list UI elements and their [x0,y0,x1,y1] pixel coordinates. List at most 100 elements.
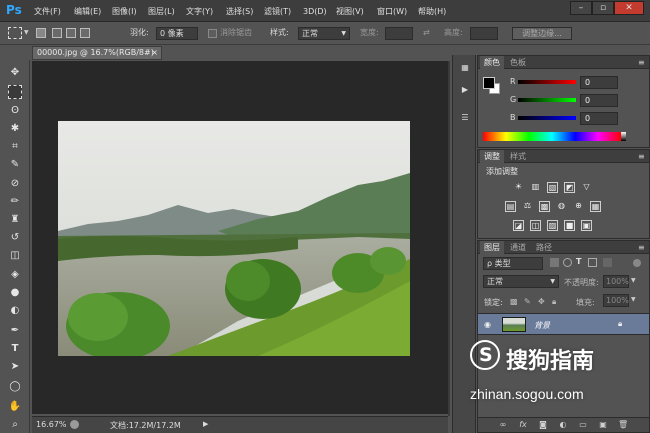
chevron-down-icon[interactable]: ▼ [631,277,636,284]
filter-smart-icon[interactable] [603,258,612,267]
eyedropper-tool-icon[interactable]: ✎ [8,158,22,172]
channel-b-slider[interactable] [518,116,576,120]
width-input[interactable] [385,27,413,40]
panel-menu-icon[interactable]: ≡ [638,58,645,67]
channel-b-input[interactable]: 0 [580,112,618,125]
black-white-ramp[interactable] [621,132,626,141]
chevron-down-icon[interactable]: ▼ [631,296,636,303]
new-selection-icon[interactable] [36,28,46,38]
lock-position-icon[interactable]: ✥ [538,297,545,306]
levels-icon[interactable]: ▥ [530,182,541,193]
layer-filter-select[interactable]: ρ 类型 [483,257,543,270]
tab-layers[interactable]: 图层 [480,241,504,254]
lasso-tool-icon[interactable]: ʘ [8,104,22,118]
refine-edge-button[interactable]: 调整边缘... [512,27,572,40]
tab-adjustments[interactable]: 调整 [480,150,504,163]
fill-input[interactable]: 100% [603,294,629,307]
color-balance-icon[interactable]: ⚖ [522,201,533,212]
tab-color[interactable]: 颜色 [480,56,504,69]
posterize-icon[interactable]: ◫ [530,220,541,231]
menu-select[interactable]: 选择(S) [226,5,253,18]
info-icon[interactable] [70,420,79,429]
menu-filter[interactable]: 滤镜(T) [264,5,291,18]
panel-menu-icon[interactable]: ≡ [638,152,645,161]
crop-tool-icon[interactable]: ⌗ [8,140,22,154]
minimize-button[interactable]: – [570,1,592,15]
filter-toggle-icon[interactable] [633,259,641,267]
link-layers-icon[interactable]: ∞ [498,420,508,430]
actions-play-icon[interactable]: ▶ [458,85,472,97]
properties-panel-icon[interactable]: ☰ [458,113,472,125]
intersect-selection-icon[interactable] [80,28,90,38]
history-panel-icon[interactable]: ▦ [458,63,472,75]
vertical-scrollbar[interactable] [448,61,450,416]
brightness-contrast-icon[interactable]: ☀ [513,182,524,193]
menu-file[interactable]: 文件(F) [34,5,61,18]
feather-input[interactable]: 0 像素 [156,27,198,40]
path-selection-tool-icon[interactable]: ➤ [8,360,22,374]
menu-window[interactable]: 窗口(W) [377,5,407,18]
tab-paths[interactable]: 路径 [532,241,556,254]
layer-row-background[interactable]: ◉ 背景 🔒︎ [478,313,649,335]
photo-filter-icon[interactable]: ◍ [556,201,567,212]
opacity-input[interactable]: 100% [603,275,629,288]
pen-tool-icon[interactable]: ✒ [8,324,22,338]
invert-icon[interactable]: ◪ [513,220,524,231]
menu-3d[interactable]: 3D(D) [303,5,327,18]
color-lookup-icon[interactable]: ▦ [590,201,601,212]
menu-type[interactable]: 文字(Y) [186,5,213,18]
lock-transparent-icon[interactable]: ▩ [510,297,518,306]
menu-view[interactable]: 视图(V) [336,5,364,18]
blur-tool-icon[interactable]: ● [8,286,22,300]
channel-r-slider[interactable] [518,80,576,84]
filter-adjust-icon[interactable] [563,258,572,267]
clone-stamp-tool-icon[interactable]: ♜ [8,213,22,227]
color-spectrum-bar[interactable] [483,132,621,141]
gradient-map-icon[interactable]: ■ [564,220,575,231]
paint-bucket-tool-icon[interactable]: ◈ [8,268,22,282]
tab-channels[interactable]: 通道 [506,241,530,254]
menu-help[interactable]: 帮助(H) [418,5,446,18]
tab-styles[interactable]: 样式 [506,150,530,163]
chevron-down-icon[interactable]: ▼ [24,29,29,36]
close-tab-icon[interactable]: × [151,47,158,59]
black-white-icon[interactable]: ▩ [539,201,550,212]
tab-swatches[interactable]: 色板 [506,56,530,69]
add-selection-icon[interactable] [52,28,62,38]
marquee-tool-icon[interactable] [8,85,22,99]
vibrance-icon[interactable]: ▽ [581,182,592,193]
delete-layer-icon[interactable]: 🗑︎ [618,420,628,430]
status-menu-arrow-icon[interactable]: ▶ [203,420,208,428]
selective-color-icon[interactable]: ▣ [581,220,592,231]
hand-tool-icon[interactable]: ✋ [8,400,22,414]
swap-icon[interactable]: ⇄ [423,27,430,39]
visibility-eye-icon[interactable]: ◉ [484,320,491,329]
document-tab[interactable]: 00000.jpg @ 16.7%(RGB/8#) × [32,46,162,60]
channel-r-input[interactable]: 0 [580,76,618,89]
threshold-icon[interactable]: ▨ [547,220,558,231]
new-layer-icon[interactable]: ▣ [598,420,608,430]
channel-g-slider[interactable] [518,98,576,102]
blend-mode-select[interactable]: 正常 ▼ [483,275,559,288]
layer-style-icon[interactable]: fx [518,420,528,430]
antialias-checkbox[interactable] [208,29,217,38]
filter-shape-icon[interactable] [588,258,597,267]
zoom-level[interactable]: 16.67% [36,420,67,429]
channel-g-input[interactable]: 0 [580,94,618,107]
lock-all-icon[interactable]: 🔒︎ [552,297,556,307]
subtract-selection-icon[interactable] [66,28,76,38]
menu-layer[interactable]: 图层(L) [148,5,175,18]
channel-mixer-icon[interactable]: ⊕ [573,201,584,212]
eraser-tool-icon[interactable]: ◫ [8,249,22,263]
marquee-preset-icon[interactable] [8,27,22,39]
filter-type-icon[interactable]: T [576,257,581,266]
style-select[interactable]: 正常 ▼ [298,27,350,40]
lock-image-icon[interactable]: ✎ [524,297,531,306]
brush-tool-icon[interactable]: ✏ [8,195,22,209]
restore-button[interactable]: ▫ [592,1,614,15]
hue-saturation-icon[interactable]: ▤ [505,201,516,212]
adjustment-layer-icon[interactable]: ◐ [558,420,568,430]
dodge-tool-icon[interactable]: ◐ [8,304,22,318]
ellipse-tool-icon[interactable]: ◯ [8,380,22,394]
layer-name[interactable]: 背景 [534,320,550,331]
